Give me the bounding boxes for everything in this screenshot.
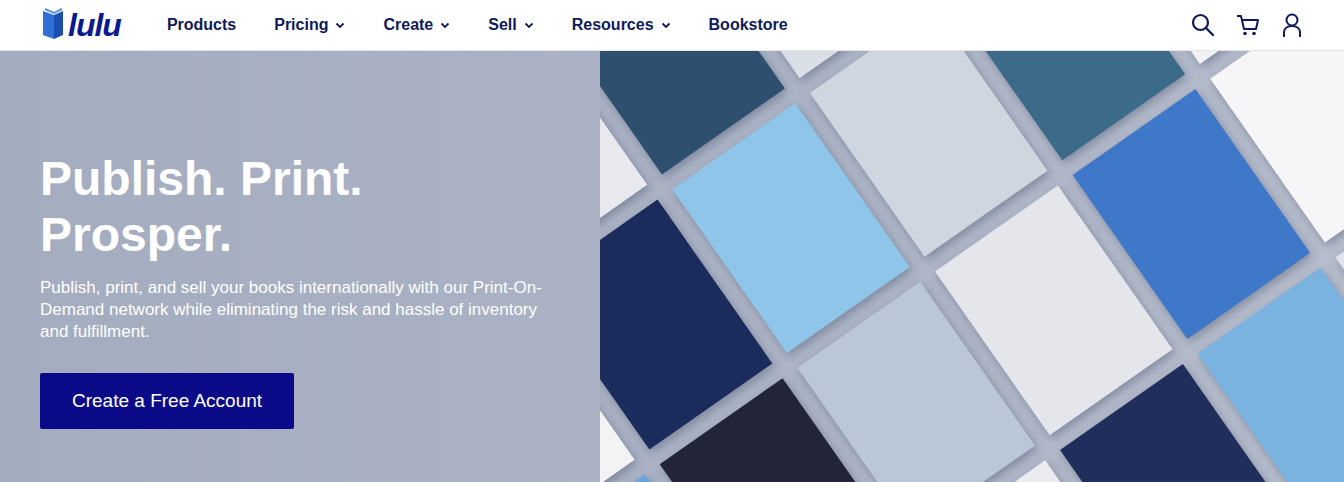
nav-item[interactable]: Pricing <box>274 16 345 34</box>
nav-menu: Products Pricing Create Sell Resources Bookst… <box>167 16 788 34</box>
nav-item-label: Create <box>383 16 433 34</box>
hero-description: Publish, print, and sell your books inte… <box>40 277 570 343</box>
chevron-down-icon <box>335 22 345 29</box>
nav-item-label: Products <box>167 16 236 34</box>
logo[interactable]: lulu <box>40 8 121 42</box>
nav-item[interactable]: Resources <box>572 16 671 34</box>
chevron-down-icon <box>440 22 450 29</box>
nav-item-label: Resources <box>572 16 654 34</box>
chevron-down-icon <box>661 22 671 29</box>
nav-actions <box>1190 12 1304 38</box>
user-icon[interactable] <box>1280 12 1304 38</box>
hero-content: Publish. Print.Prosper. Publish, print, a… <box>0 51 600 482</box>
nav-item[interactable]: Bookstore <box>709 16 788 34</box>
nav-item-label: Bookstore <box>709 16 788 34</box>
page: lulu Products Pricing Create Sell Resources Bo… <box>0 0 1344 482</box>
chevron-down-icon <box>524 22 534 29</box>
top-nav: lulu Products Pricing Create Sell Resources Bo… <box>0 0 1344 51</box>
logo-text: lulu <box>68 9 121 41</box>
create-account-button[interactable]: Create a Free Account <box>40 373 294 429</box>
nav-item[interactable]: Sell <box>488 16 533 34</box>
cart-icon[interactable] <box>1235 12 1261 38</box>
nav-item-label: Sell <box>488 16 516 34</box>
headline-line: Publish. Print. <box>40 151 580 207</box>
nav-item[interactable]: Products <box>167 16 236 34</box>
book-logo-icon <box>40 8 66 42</box>
search-icon[interactable] <box>1190 12 1216 38</box>
hero-headline: Publish. Print.Prosper. <box>40 151 580 263</box>
hero: Publish. Print.Prosper. Publish, print, a… <box>0 51 1344 482</box>
book-collage-image <box>600 51 1344 482</box>
nav-item-label: Pricing <box>274 16 328 34</box>
headline-line: Prosper. <box>40 207 580 263</box>
nav-item[interactable]: Create <box>383 16 450 34</box>
